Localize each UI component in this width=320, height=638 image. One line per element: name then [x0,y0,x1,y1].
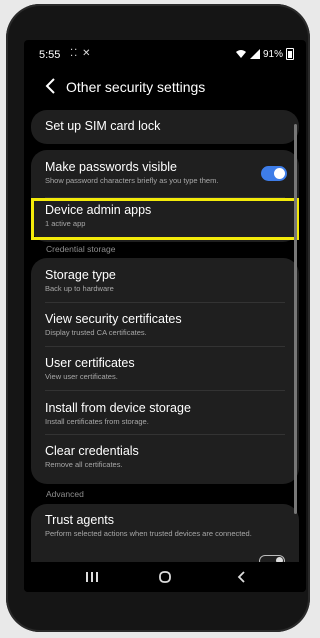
status-bar: 5:55 ⁚⁚ ✕ 91% [24,40,306,70]
item-title: Install from device storage [45,401,191,415]
user-certificates-item[interactable]: User certificates View user certificates… [45,356,135,382]
card-credentials: Storage type Back up to hardware View se… [31,258,299,484]
divider [45,302,285,303]
app-header: Other security settings [24,70,306,106]
clear-credentials-item[interactable]: Clear credentials Remove all certificate… [45,444,139,470]
item-subtitle: Show password characters briefly as you … [45,176,219,185]
item-title: Clear credentials [45,444,139,458]
home-icon[interactable] [152,566,178,588]
item-subtitle: Perform selected actions when trusted de… [45,529,252,538]
item-subtitle: 1 active app [45,219,86,228]
view-security-certificates-item[interactable]: View security certificates Display trust… [45,312,182,338]
scrollbar[interactable] [294,124,297,514]
back-arrow-icon[interactable] [41,75,63,97]
toggle-knob [274,168,285,179]
item-title: View security certificates [45,312,182,326]
item-title: Set up SIM card lock [45,119,161,133]
item-subtitle: Display trusted CA certificates. [45,328,147,337]
divider [45,346,285,347]
item-title: Storage type [45,268,116,282]
item-title: Make passwords visible [45,160,177,174]
item-subtitle: Remove all certificates. [45,460,123,469]
make-passwords-visible-item[interactable]: Make passwords visible Show password cha… [45,160,261,186]
notification-icons: ⁚⁚ ✕ [70,48,92,59]
status-right: 91% [235,48,294,60]
signal-icon [249,49,260,59]
storage-type-item[interactable]: Storage type Back up to hardware [45,268,116,294]
section-credential-storage: Credential storage [46,244,116,254]
trust-agents-item[interactable]: Trust agents Perform selected actions wh… [45,513,252,539]
phone-frame: 5:55 ⁚⁚ ✕ 91% Other security settings Se… [6,4,310,632]
screen: 5:55 ⁚⁚ ✕ 91% Other security settings Se… [24,40,306,592]
item-title: Device admin apps [45,203,152,217]
battery-icon [286,48,294,60]
battery-percent: 91% [262,48,283,60]
recents-icon[interactable] [79,566,105,588]
navigation-bar [24,562,306,592]
wifi-icon [235,50,246,58]
card-sim: Set up SIM card lock [31,110,299,144]
divider [45,434,285,435]
item-subtitle: Install certificates from storage. [45,417,149,426]
item-title: User certificates [45,356,135,370]
install-from-device-storage-item[interactable]: Install from device storage Install cert… [45,401,191,427]
card-passwords: Make passwords visible Show password cha… [31,150,299,242]
section-advanced: Advanced [46,489,84,499]
divider [45,390,285,391]
item-subtitle: Back up to hardware [45,284,114,293]
item-title: Trust agents [45,513,115,527]
status-time: 5:55 [39,49,61,61]
page-title: Other security settings [66,79,206,95]
item-subtitle: View user certificates. [45,372,118,381]
back-icon[interactable] [229,566,255,588]
password-visibility-toggle[interactable] [261,166,287,181]
device-admin-apps-item[interactable]: Device admin apps 1 active app [45,203,151,229]
sim-card-lock-item[interactable]: Set up SIM card lock [45,119,160,134]
